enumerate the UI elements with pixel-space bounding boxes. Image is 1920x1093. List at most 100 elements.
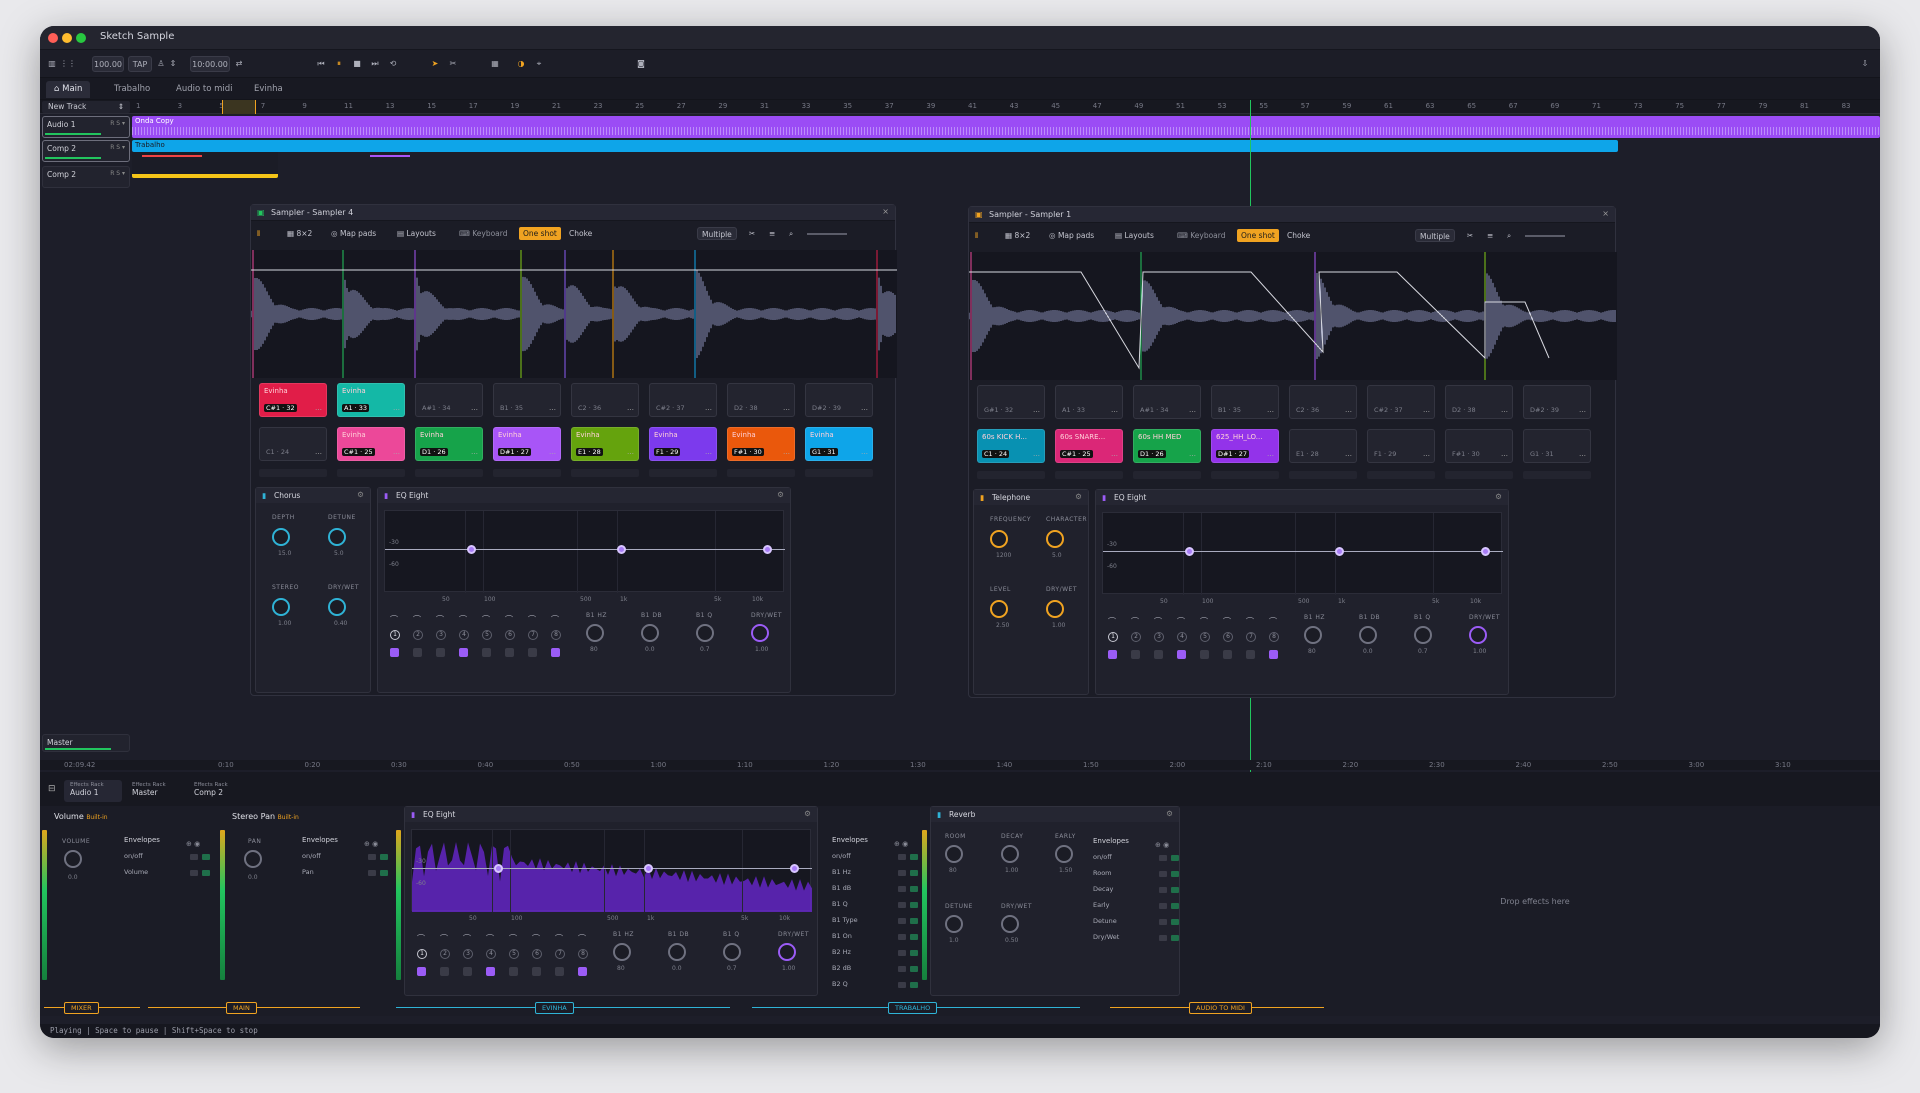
band-number[interactable]: 5 <box>482 630 492 640</box>
envelope-toggle[interactable] <box>1159 887 1167 893</box>
envelope-row[interactable]: on/off <box>302 852 321 860</box>
map-pads-button[interactable]: ◎ Map pads <box>1049 229 1094 242</box>
envelope-enable[interactable] <box>1171 903 1179 909</box>
more-icon[interactable]: … <box>393 448 400 456</box>
tab-trabalho[interactable]: Trabalho <box>106 81 158 98</box>
band-shape-icon[interactable]: ⌒ <box>578 933 586 944</box>
stop-icon[interactable]: ■ <box>352 56 362 72</box>
sampler-pad[interactable]: C2 · 36… <box>1289 385 1357 419</box>
band-enable-checkbox[interactable] <box>1269 650 1278 659</box>
envelope-row[interactable]: B1 dB <box>832 884 851 892</box>
sampler-pad[interactable]: B1 · 35… <box>1211 385 1279 419</box>
envelope-toggle[interactable] <box>1159 935 1167 941</box>
sampler-pad[interactable]: A#1 · 34… <box>415 383 483 417</box>
band-enable-checkbox[interactable] <box>1200 650 1209 659</box>
envelope-row[interactable]: Early <box>1093 901 1109 909</box>
envelope-toggle[interactable] <box>1159 903 1167 909</box>
more-icon[interactable]: … <box>1267 450 1274 458</box>
envelope-row[interactable]: B2 dB <box>832 964 851 972</box>
more-icon[interactable]: … <box>705 448 712 456</box>
envelope-row[interactable]: B2 Hz <box>832 948 851 956</box>
envelope-toggle[interactable] <box>898 854 906 860</box>
pads-mode-icon[interactable]: ⦀ <box>257 227 260 240</box>
eq-band-node[interactable] <box>467 545 476 554</box>
pad-slot-bar[interactable] <box>1289 471 1357 479</box>
zoom-icon[interactable]: ⌕ <box>1507 229 1511 242</box>
tab-audio-to-midi[interactable]: Audio to midi <box>168 81 241 98</box>
knob[interactable] <box>328 598 346 616</box>
snap-icon[interactable]: ◑ <box>516 56 526 72</box>
effects-rack-tab[interactable]: Effects Rack Audio 1 <box>64 780 122 802</box>
envelope-toggle[interactable] <box>898 918 906 924</box>
envelope-toggle[interactable] <box>898 966 906 972</box>
band-number[interactable]: 2 <box>413 630 423 640</box>
eq-band-node[interactable] <box>1185 547 1194 556</box>
new-track-button[interactable]: New Track ⇕ <box>42 101 130 113</box>
grid-size-button[interactable]: ▦ 8×2 <box>1005 229 1030 242</box>
envelope-row[interactable]: on/off <box>124 852 143 860</box>
tab-main[interactable]: ⌂ Main <box>46 81 91 98</box>
knob[interactable] <box>328 528 346 546</box>
scissors-icon[interactable]: ✂ <box>749 227 755 240</box>
band-enable-checkbox[interactable] <box>482 648 491 657</box>
envelope-row[interactable]: Decay <box>1093 885 1113 893</box>
band-number[interactable]: 7 <box>555 949 565 959</box>
more-icon[interactable]: … <box>393 404 400 412</box>
band-shape-icon[interactable]: ⌒ <box>1131 616 1139 627</box>
sampler-pad[interactable]: Evinha E1 · 28… <box>571 427 639 461</box>
band-shape-icon[interactable]: ⌒ <box>532 933 540 944</box>
eq-curve[interactable] <box>385 549 785 550</box>
knob[interactable] <box>751 624 769 642</box>
bpm-field[interactable]: 100.00 <box>92 56 124 72</box>
band-enable-checkbox[interactable] <box>436 648 445 657</box>
band-number[interactable]: 3 <box>436 630 446 640</box>
sampler-pad[interactable]: Evinha C#1 · 25… <box>337 427 405 461</box>
more-icon[interactable]: … <box>861 404 868 412</box>
envelope-toggle[interactable] <box>368 854 376 860</box>
zoom-slider[interactable] <box>1525 235 1565 237</box>
knob[interactable] <box>1469 626 1487 644</box>
more-icon[interactable]: … <box>1579 406 1586 414</box>
band-shape-icon[interactable]: ⌒ <box>417 933 425 944</box>
more-icon[interactable]: … <box>549 448 556 456</box>
more-icon[interactable]: … <box>1189 406 1196 414</box>
band-enable-checkbox[interactable] <box>532 967 541 976</box>
more-icon[interactable]: … <box>549 404 556 412</box>
more-icon[interactable]: … <box>1111 406 1118 414</box>
band-enable-checkbox[interactable] <box>578 967 587 976</box>
one-shot-toggle[interactable]: One shot <box>519 227 561 240</box>
envelope-enable[interactable] <box>202 854 210 860</box>
knob[interactable] <box>1046 530 1064 548</box>
envelope-row[interactable]: on/off <box>832 852 851 860</box>
more-icon[interactable]: … <box>471 404 478 412</box>
band-shape-icon[interactable]: ⌒ <box>436 614 444 625</box>
band-number[interactable]: 1 <box>390 630 400 640</box>
layouts-button[interactable]: ▤ Layouts <box>397 227 436 240</box>
gear-icon[interactable]: ⚙ <box>1166 809 1173 818</box>
pad-slot-bar[interactable] <box>727 469 795 477</box>
band-enable-checkbox[interactable] <box>1108 650 1117 659</box>
envelope-row[interactable]: Volume <box>124 868 148 876</box>
sampler-pad[interactable]: F#1 · 30… <box>1445 429 1513 463</box>
sampler-pad[interactable]: Evinha A1 · 33… <box>337 383 405 417</box>
knob[interactable] <box>723 943 741 961</box>
more-icon[interactable]: … <box>783 404 790 412</box>
band-enable-checkbox[interactable] <box>528 648 537 657</box>
band-number[interactable]: 5 <box>509 949 519 959</box>
band-number[interactable]: 8 <box>551 630 561 640</box>
multiple-select[interactable]: Multiple <box>697 227 737 240</box>
band-shape-icon[interactable]: ⌒ <box>1200 616 1208 627</box>
eq-graph[interactable]: -30 -60 <box>1102 512 1503 595</box>
band-number[interactable]: 4 <box>486 949 496 959</box>
band-shape-icon[interactable]: ⌒ <box>413 614 421 625</box>
band-enable-checkbox[interactable] <box>1177 650 1186 659</box>
pad-slot-bar[interactable] <box>1133 471 1201 479</box>
eq-graph[interactable]: -30 -60 <box>411 829 812 912</box>
skip-back-icon[interactable]: ⏮ <box>316 56 326 72</box>
envelope-enable[interactable] <box>910 934 918 940</box>
envelope-enable[interactable] <box>380 854 388 860</box>
envelope-toggle[interactable] <box>190 870 198 876</box>
sampler-pad[interactable]: A1 · 33… <box>1055 385 1123 419</box>
more-icon[interactable]: … <box>1267 406 1274 414</box>
envelope-row[interactable]: Detune <box>1093 917 1117 925</box>
